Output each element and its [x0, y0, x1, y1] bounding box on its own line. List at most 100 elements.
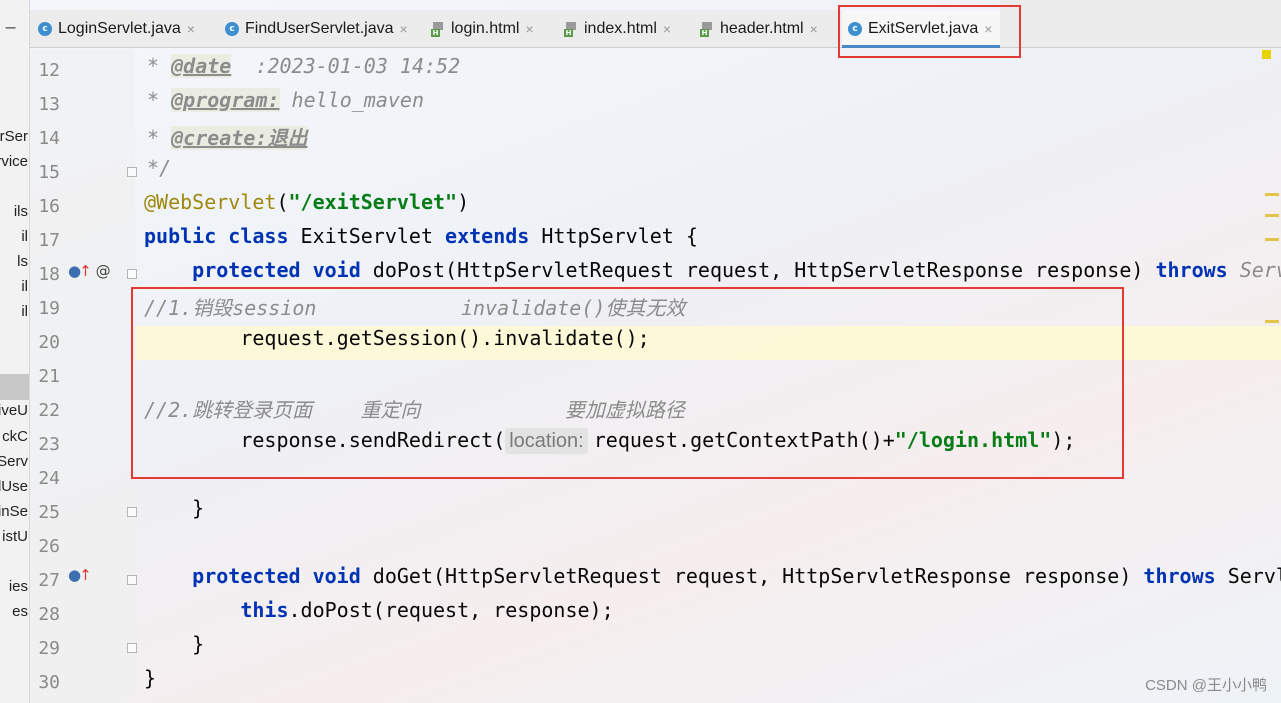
code-line[interactable]: }	[144, 496, 204, 530]
code-token: doGet(HttpServletRequest request, HttpSe…	[360, 564, 1144, 588]
line-number: 17	[38, 230, 60, 251]
project-item[interactable]: ls	[0, 253, 28, 270]
code-line-current[interactable]: request.getSession().invalidate();	[135, 326, 1281, 360]
project-item[interactable]: Serv	[0, 453, 28, 470]
code-line[interactable]: protected void doGet(HttpServletRequest …	[144, 564, 1281, 598]
code-token: :2023-01-03 14:52	[231, 54, 461, 78]
scroll-marker[interactable]	[1265, 193, 1279, 196]
line-number: 29	[38, 638, 60, 659]
override-marker[interactable]: ●↑ @	[68, 262, 111, 280]
java-class-icon: c	[848, 22, 862, 36]
line-number: 20	[38, 332, 60, 353]
code-token: }	[144, 666, 157, 690]
line-number: 26	[38, 536, 60, 557]
project-item[interactable]: ies	[0, 578, 28, 595]
tab-header-html[interactable]: header.html ×	[700, 10, 818, 48]
java-class-icon: c	[38, 22, 52, 36]
scroll-marker[interactable]	[1265, 320, 1279, 323]
tab-finduserservlet[interactable]: c FindUserServlet.java ×	[225, 10, 408, 48]
code-token: ExitServlet	[288, 224, 446, 248]
close-icon[interactable]: ×	[525, 21, 533, 37]
code-token: @date	[171, 54, 232, 78]
code-token: *	[135, 54, 172, 78]
code-line[interactable]: * @program: hello_maven	[135, 88, 424, 122]
editor-gutter: 12 13 14 15 16 17 18 19 20 21 22 23 24 2…	[30, 49, 137, 703]
line-number: 28	[38, 604, 60, 625]
collapse-icon[interactable]: −	[4, 18, 17, 37]
tab-index-html[interactable]: index.html ×	[564, 10, 671, 48]
code-token: @WebServlet	[144, 190, 277, 214]
project-panel: − rSer rvice ils il ls il il iveU ckC Se…	[0, 0, 30, 703]
close-icon[interactable]: ×	[810, 21, 818, 37]
code-editor[interactable]: * @date :2023-01-03 14:52 * @program: he…	[135, 49, 1281, 703]
code-line[interactable]: this.doPost(request, response);	[144, 598, 614, 632]
code-token: "/exitServlet"	[288, 190, 458, 214]
code-token: .doPost(request, response);	[288, 598, 614, 622]
code-line[interactable]: */	[135, 156, 171, 190]
inspection-status-icon[interactable]	[1262, 50, 1271, 59]
code-line[interactable]: @WebServlet("/exitServlet")	[144, 190, 469, 224]
override-arrow-icon[interactable]: ↑	[79, 566, 92, 584]
project-item[interactable]: il	[0, 303, 28, 320]
code-line[interactable]: public class ExitServlet extends HttpSer…	[144, 224, 698, 258]
code-token: throws	[1143, 564, 1216, 588]
code-line[interactable]: }	[144, 666, 156, 700]
project-item[interactable]: il	[0, 278, 28, 295]
watermark: CSDN @王小小鸭	[1145, 677, 1267, 694]
code-line[interactable]: //2.跳转登录页面 重定向 要加虚拟路径	[144, 394, 685, 428]
line-number: 22	[38, 400, 60, 421]
parameter-hint: location:	[505, 428, 588, 454]
scroll-marker[interactable]	[1265, 238, 1279, 241]
code-line[interactable]: protected void doPost(HttpServletRequest…	[144, 258, 1281, 292]
project-item[interactable]: il	[0, 228, 28, 245]
code-token: request.getContextPath()+	[593, 428, 895, 452]
code-line[interactable]: * @create:退出	[135, 122, 308, 156]
project-item[interactable]: dUse	[0, 478, 28, 495]
line-number: 30	[38, 672, 60, 693]
project-item[interactable]: ils	[0, 203, 28, 220]
line-number: 27	[38, 570, 60, 591]
code-token: protected void	[192, 564, 361, 588]
code-token: hello_maven	[279, 88, 424, 112]
project-item[interactable]: ckC	[0, 428, 28, 445]
tab-loginservlet[interactable]: c LoginServlet.java ×	[38, 10, 195, 48]
code-line[interactable]: }	[144, 632, 204, 666]
project-item[interactable]: inSe	[0, 503, 28, 520]
code-token: //1.销毁session invalidate()使其无效	[144, 296, 686, 320]
project-item[interactable]: rvice	[0, 153, 28, 170]
line-number: 23	[38, 434, 60, 455]
code-token: Serv	[1239, 258, 1281, 282]
code-line[interactable]: * @date :2023-01-03 14:52	[135, 54, 460, 88]
tab-exitservlet[interactable]: c ExitServlet.java ×	[842, 10, 1001, 48]
project-item[interactable]: istU	[0, 528, 28, 545]
project-item[interactable]: rSer	[0, 128, 28, 145]
tab-label: ExitServlet.java	[868, 20, 979, 37]
code-line[interactable]: //1.销毁session invalidate()使其无效	[144, 292, 685, 326]
code-token: }	[144, 632, 205, 656]
annotation-icon: @	[95, 262, 111, 280]
close-icon[interactable]: ×	[663, 21, 671, 37]
project-item[interactable]: iveU	[0, 402, 28, 419]
code-token: protected void	[192, 258, 361, 282]
close-icon[interactable]: ×	[400, 21, 408, 37]
toolbar-strip	[1000, 0, 1281, 10]
override-arrow-icon[interactable]: ↑	[79, 262, 92, 280]
scroll-marker[interactable]	[1265, 214, 1279, 217]
line-number: 24	[38, 468, 60, 489]
tab-label: login.html	[451, 20, 520, 37]
line-number: 13	[38, 94, 60, 115]
tab-label: header.html	[720, 20, 804, 37]
override-marker[interactable]: ●↑	[68, 566, 92, 584]
html-file-icon	[700, 21, 714, 37]
close-icon[interactable]: ×	[984, 21, 992, 37]
code-token: request.getSession().invalidate();	[144, 326, 650, 350]
code-token: */	[135, 156, 172, 180]
code-token: }	[144, 496, 205, 520]
project-item[interactable]: es	[0, 603, 28, 620]
tab-label: FindUserServlet.java	[245, 20, 394, 37]
close-icon[interactable]: ×	[187, 21, 195, 37]
code-line[interactable]: response.sendRedirect(location: request.g…	[144, 428, 1075, 462]
tab-login-html[interactable]: login.html ×	[431, 10, 534, 48]
